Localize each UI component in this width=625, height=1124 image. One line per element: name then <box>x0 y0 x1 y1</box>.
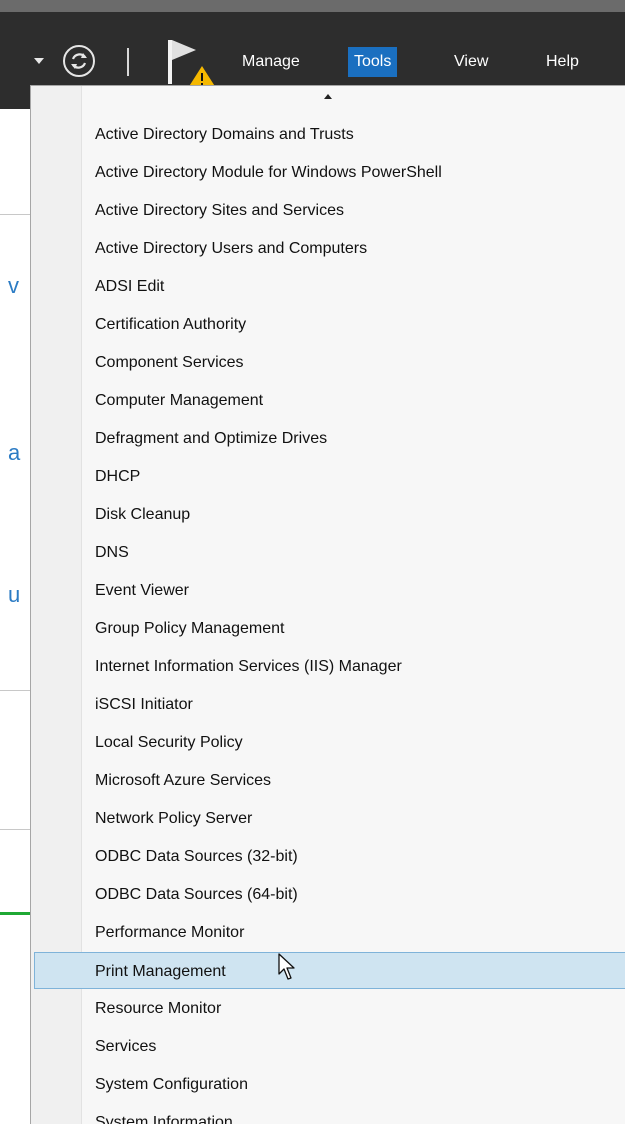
menu-item-odbc-64[interactable]: ODBC Data Sources (64-bit) <box>31 876 625 913</box>
menu-manage[interactable]: Manage <box>236 47 306 77</box>
menu-tools[interactable]: Tools <box>348 47 398 77</box>
tools-dropdown-menu: Active Directory Domains and Trusts Acti… <box>30 85 625 1124</box>
menu-item-group-policy[interactable]: Group Policy Management <box>31 610 625 647</box>
menu-item-computer-management[interactable]: Computer Management <box>31 382 625 419</box>
divider <box>0 690 30 691</box>
menu-item-certification-authority[interactable]: Certification Authority <box>31 306 625 343</box>
menu-item-local-security-policy[interactable]: Local Security Policy <box>31 724 625 761</box>
background-text-fragment: a <box>8 440 21 465</box>
toolbar-separator <box>127 48 129 76</box>
menu-item-iis-manager[interactable]: Internet Information Services (IIS) Mana… <box>31 648 625 685</box>
menu-item-dhcp[interactable]: DHCP <box>31 458 625 495</box>
toolbar-top-edge <box>0 0 625 12</box>
menu-item-performance-monitor[interactable]: Performance Monitor <box>31 914 625 951</box>
menu-item-iscsi-initiator[interactable]: iSCSI Initiator <box>31 686 625 723</box>
menu-item-system-configuration[interactable]: System Configuration <box>31 1066 625 1103</box>
menu-item-resource-monitor[interactable]: Resource Monitor <box>31 990 625 1027</box>
menu-item-adsi-edit[interactable]: ADSI Edit <box>31 268 625 305</box>
menu-view[interactable]: View <box>448 47 494 77</box>
server-manager-window: Manage Tools View Help v a u Active Dire… <box>0 0 625 1124</box>
notifications-flag-icon[interactable] <box>166 36 218 88</box>
chevron-down-icon[interactable] <box>34 58 44 64</box>
scroll-up-arrow-icon[interactable] <box>324 94 332 99</box>
menu-item-defragment[interactable]: Defragment and Optimize Drives <box>31 420 625 457</box>
menu-item-print-management[interactable]: Print Management <box>34 952 625 989</box>
menu-item-event-viewer[interactable]: Event Viewer <box>31 572 625 609</box>
menu-item-system-information[interactable]: System Information <box>31 1104 625 1124</box>
menu-item-network-policy-server[interactable]: Network Policy Server <box>31 800 625 837</box>
menu-item-services[interactable]: Services <box>31 1028 625 1065</box>
menu-item-dns[interactable]: DNS <box>31 534 625 571</box>
divider <box>0 829 30 830</box>
menu-item-ad-users-computers[interactable]: Active Directory Users and Computers <box>31 230 625 267</box>
status-bar <box>0 912 30 915</box>
refresh-icon[interactable] <box>62 44 96 78</box>
menu-item-azure-services[interactable]: Microsoft Azure Services <box>31 762 625 799</box>
menu-item-ad-sites-services[interactable]: Active Directory Sites and Services <box>31 192 625 229</box>
menu-item-odbc-32[interactable]: ODBC Data Sources (32-bit) <box>31 838 625 875</box>
background-panel <box>0 109 30 1124</box>
divider <box>0 214 30 215</box>
menu-item-ad-domains-trusts[interactable]: Active Directory Domains and Trusts <box>31 116 625 153</box>
menu-help[interactable]: Help <box>540 47 585 77</box>
background-text-fragment: v <box>8 273 19 298</box>
menu-item-disk-cleanup[interactable]: Disk Cleanup <box>31 496 625 533</box>
menu-item-ad-powershell[interactable]: Active Directory Module for Windows Powe… <box>31 154 625 191</box>
mouse-cursor-icon <box>278 953 295 980</box>
background-text-fragment: u <box>8 582 21 607</box>
menu-item-component-services[interactable]: Component Services <box>31 344 625 381</box>
